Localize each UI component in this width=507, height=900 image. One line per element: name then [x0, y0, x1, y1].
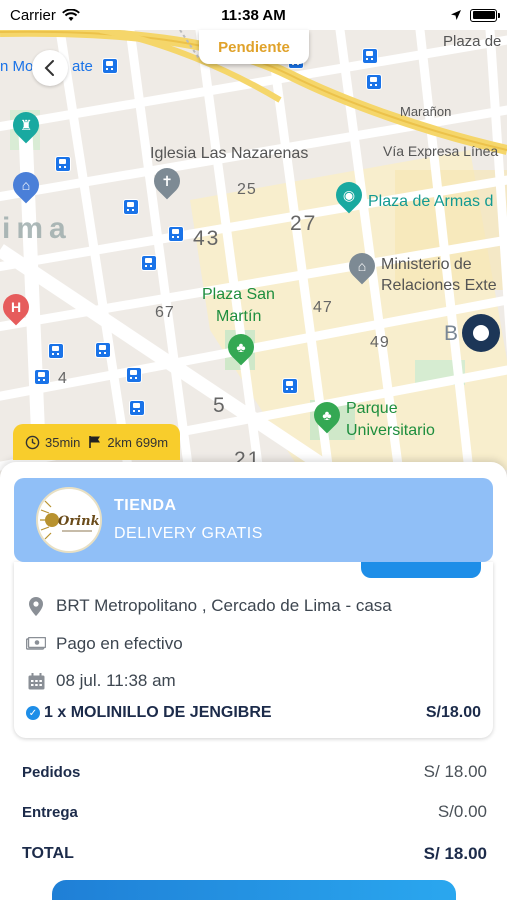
cancel-order-button[interactable] — [52, 880, 456, 900]
payment-text: Pago en efectivo — [56, 634, 183, 653]
map-label: Plaza de Armas d — [368, 193, 494, 210]
entrega-row: Entrega S/0.00 — [22, 802, 487, 822]
bus-stop-icon — [55, 156, 71, 172]
map-label: ima — [2, 212, 72, 245]
bus-stop-icon — [123, 199, 139, 215]
bus-stop-icon — [168, 226, 184, 242]
bus-stop-icon — [282, 378, 298, 394]
map-label: B — [444, 322, 461, 345]
church-pin-icon: ✝ — [148, 162, 186, 200]
entrega-label: Entrega — [22, 803, 78, 821]
map-label: 67 — [155, 304, 175, 321]
total-label: TOTAL — [22, 845, 74, 862]
card-accent-tab — [361, 562, 481, 578]
store-card[interactable]: Orinka TIENDA DELIVERY GRATIS — [14, 478, 493, 562]
map-label: 4 — [58, 370, 68, 387]
map-label: 43 — [193, 227, 221, 250]
eta-pill: 35min 2km 699m — [13, 424, 181, 460]
orinka-logo-icon: Orinka — [39, 490, 100, 550]
map-label: Vía Expresa Línea — [383, 143, 499, 159]
flag-icon — [89, 436, 101, 448]
product-row: ✓ 1 x MOLINILLO DE JENGIBRE S/18.00 — [26, 704, 481, 722]
clock-icon — [25, 435, 40, 449]
bus-stop-icon — [129, 400, 145, 416]
product-name: 1 x MOLINILLO DE JENGIBRE — [44, 704, 272, 721]
map-label: 47 — [313, 299, 333, 316]
bus-stop-icon — [141, 255, 157, 271]
map-label: Martín — [216, 308, 262, 325]
logo-text: Orinka — [58, 514, 100, 529]
map-label: Ministerio de — [381, 256, 472, 273]
location-pin-icon — [29, 596, 43, 616]
landmark-pin-icon: ⌂ — [343, 247, 381, 285]
home-pin-icon: ⌂ — [7, 166, 45, 204]
date-text: 08 jul. 11:38 am — [56, 671, 176, 690]
map-label: Marañon — [400, 104, 452, 119]
bus-stop-icon — [102, 58, 118, 74]
clock-time: 11:38 AM — [221, 6, 286, 24]
status-bar: Carrier 11:38 AM — [0, 0, 507, 30]
map-label: Plaza San — [202, 286, 275, 303]
map-label: Plaza de — [443, 33, 502, 50]
calendar-icon — [28, 672, 44, 689]
map-label: Parque — [346, 400, 398, 417]
total-row: TOTAL S/ 18.00 — [22, 844, 487, 864]
tree-pin-icon: ♣ — [222, 328, 260, 366]
check-circle-icon: ✓ — [26, 706, 40, 720]
bus-stop-icon — [48, 343, 64, 359]
store-logo: Orinka — [36, 487, 102, 553]
map-label: n Mo — [0, 58, 34, 75]
cash-icon — [26, 637, 46, 650]
location-marker-icon — [462, 314, 500, 352]
map-label: 49 — [370, 334, 390, 351]
museum-pin-icon: ♜ — [7, 106, 45, 144]
payment-row: Pago en efectivo — [26, 634, 183, 654]
map-view[interactable]: Plaza de n Mo ate Marañon Vía Expresa Lí… — [0, 0, 507, 480]
pedidos-row: Pedidos S/ 18.00 — [22, 762, 487, 782]
bus-stop-icon — [362, 48, 378, 64]
tree-pin-icon: ♣ — [308, 396, 346, 434]
map-label: Iglesia Las Nazarenas — [150, 145, 309, 162]
chevron-left-icon — [44, 60, 54, 76]
bus-stop-icon — [366, 74, 382, 90]
map-label: ate — [72, 58, 93, 75]
bus-stop-icon — [34, 369, 50, 385]
pedidos-label: Pedidos — [22, 763, 81, 781]
entrega-value: S/0.00 — [437, 802, 487, 821]
map-label: 5 — [213, 394, 227, 417]
bus-stop-icon — [126, 367, 142, 383]
store-name: TIENDA — [114, 497, 177, 514]
back-button[interactable] — [32, 50, 68, 86]
pedidos-value: S/ 18.00 — [423, 762, 487, 781]
eta-distance: 2km 699m — [107, 434, 169, 450]
date-row: 08 jul. 11:38 am — [26, 671, 176, 691]
total-value: S/ 18.00 — [423, 844, 487, 863]
map-label: 25 — [237, 181, 257, 198]
map-label: Relaciones Exte — [381, 277, 497, 294]
bus-stop-icon — [95, 342, 111, 358]
order-detail-card: BRT Metropolitano , Cercado de Lima - ca… — [14, 562, 493, 738]
eta-time: 35min — [45, 434, 81, 450]
product-price: S/18.00 — [425, 704, 481, 721]
camera-pin-icon: ◉ — [330, 176, 368, 214]
address-row: BRT Metropolitano , Cercado de Lima - ca… — [26, 596, 392, 616]
store-subtitle: DELIVERY GRATIS — [114, 525, 263, 542]
map-label: Universitario — [346, 422, 435, 439]
address-text: BRT Metropolitano , Cercado de Lima - ca… — [56, 596, 392, 615]
battery-icon — [470, 8, 500, 22]
status-badge: Pendiente — [199, 30, 309, 64]
map-label: 27 — [290, 212, 318, 235]
